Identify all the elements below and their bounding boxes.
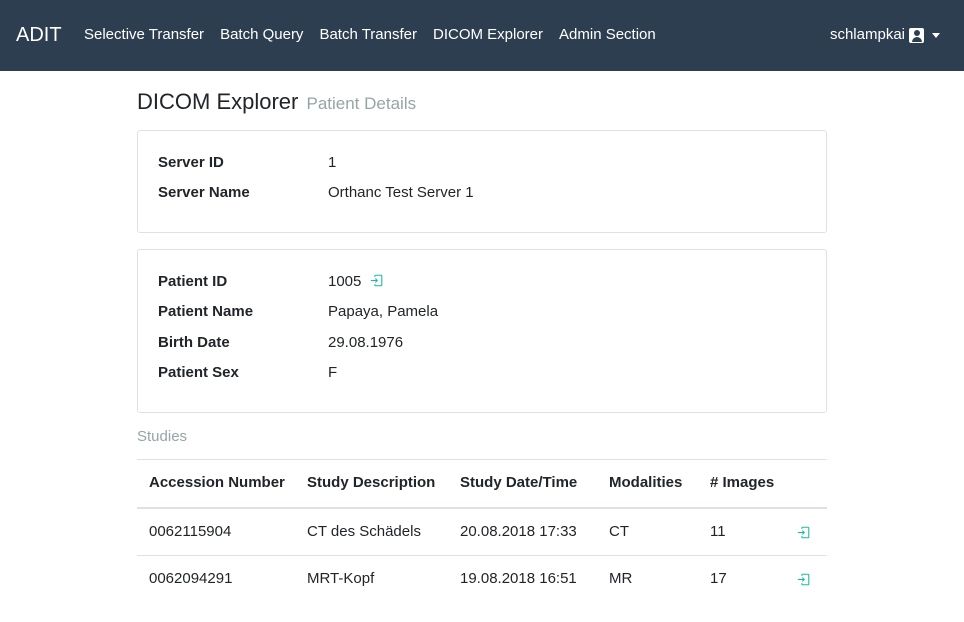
user-icon	[909, 27, 924, 43]
patient-id-value: 1005	[328, 273, 362, 290]
studies-table: Accession Number Study Description Study…	[137, 459, 827, 599]
sign-in-icon[interactable]	[797, 573, 810, 586]
cell-datetime: 19.08.2018 16:51	[460, 570, 577, 587]
brand-link[interactable]: ADIT	[16, 23, 62, 47]
col-accession-number: Accession Number	[149, 474, 285, 491]
nav-dicom-explorer[interactable]: DICOM Explorer	[433, 25, 543, 45]
server-id-value: 1	[328, 154, 337, 171]
server-id-label: Server ID	[158, 154, 224, 171]
server-name-label: Server Name	[158, 184, 250, 201]
cell-modalities: CT	[609, 523, 629, 540]
cell-description: CT des Schädels	[307, 523, 421, 540]
page-subtitle: Patient Details	[306, 94, 417, 113]
nav-admin-section[interactable]: Admin Section	[559, 25, 656, 45]
patient-card: Patient ID 1005 Patient Name Papaya, Pam…	[137, 249, 827, 413]
page-title: DICOM Explorer Patient Details	[137, 88, 416, 118]
birth-date-value: 29.08.1976	[328, 334, 404, 351]
col-study-datetime: Study Date/Time	[460, 474, 578, 491]
row-divider	[137, 555, 827, 556]
patient-sex-value: F	[328, 364, 338, 381]
username: schlampkai	[829, 26, 905, 43]
sign-in-icon[interactable]	[370, 274, 383, 287]
cell-modalities: MR	[609, 570, 633, 587]
patient-id-value-wrap: 1005	[328, 272, 383, 292]
col-study-description: Study Description	[307, 474, 436, 491]
nav-batch-query[interactable]: Batch Query	[220, 25, 303, 45]
patient-name-label: Patient Name	[158, 303, 254, 320]
nav-links: Selective Transfer Batch Query Batch Tra…	[84, 25, 672, 45]
cell-accession: 0062115904	[149, 523, 232, 540]
server-name-value: Orthanc Test Server 1	[328, 184, 474, 201]
sign-in-icon[interactable]	[797, 526, 810, 539]
cell-accession: 0062094291	[149, 570, 233, 587]
col-images: # Images	[710, 474, 775, 491]
studies-label: Studies	[137, 428, 188, 445]
table-top-border	[137, 459, 827, 460]
caret-down-icon	[932, 32, 940, 38]
nav-batch-transfer[interactable]: Batch Transfer	[319, 25, 417, 45]
server-card: Server ID 1 Server Name Orthanc Test Ser…	[137, 130, 827, 233]
nav-selective-transfer[interactable]: Selective Transfer	[84, 25, 204, 45]
cell-description: MRT-Kopf	[307, 570, 375, 587]
col-modalities: Modalities	[609, 474, 683, 491]
cell-images: 11	[710, 523, 726, 540]
patient-name-value: Papaya, Pamela	[328, 303, 439, 320]
patient-sex-label: Patient Sex	[158, 364, 239, 381]
patient-id-label: Patient ID	[158, 273, 228, 290]
cell-images: 17	[710, 570, 727, 587]
birth-date-label: Birth Date	[158, 334, 230, 351]
page-title-text: DICOM Explorer	[137, 89, 299, 114]
cell-datetime: 20.08.2018 17:33	[460, 523, 577, 540]
table-header-border	[137, 507, 827, 509]
user-menu-toggle[interactable]: schlampkai	[830, 25, 940, 45]
top-navbar: ADIT Selective Transfer Batch Query Batc…	[0, 0, 964, 71]
